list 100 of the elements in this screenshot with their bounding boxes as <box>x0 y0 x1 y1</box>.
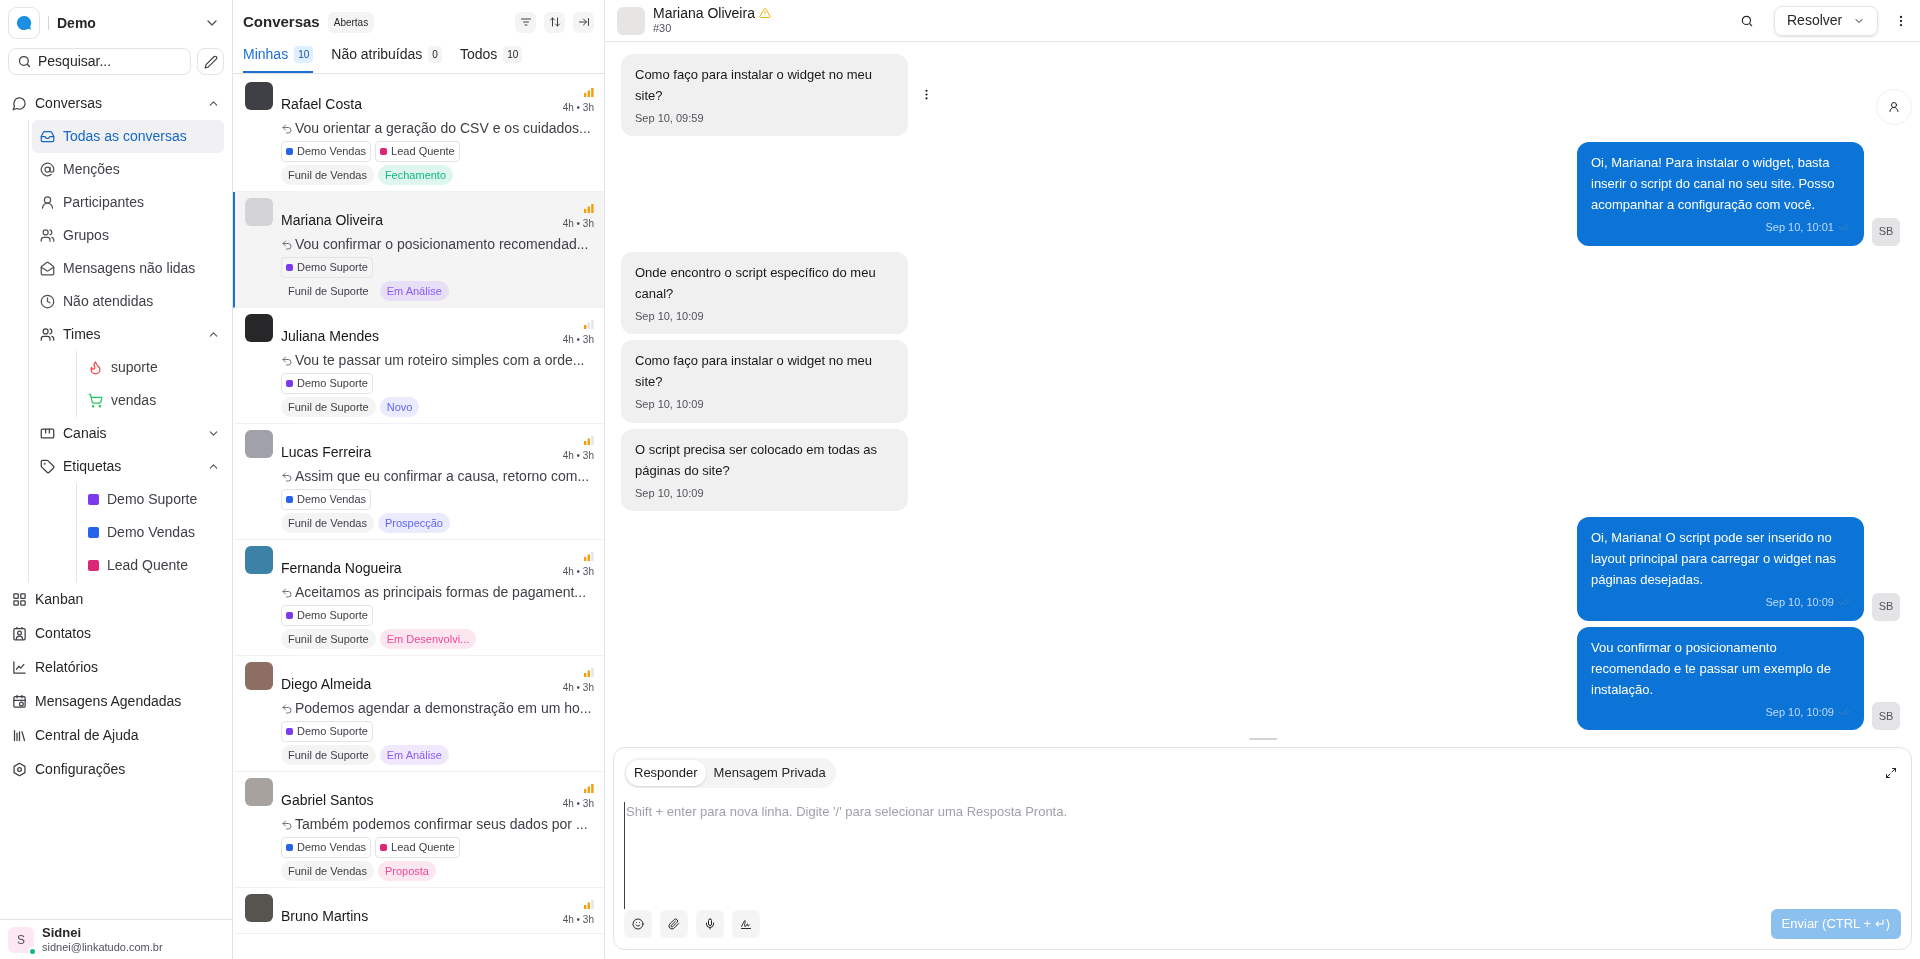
conversation-item[interactable]: Bruno Martins 4h • 3h <box>233 888 604 934</box>
contact-name: Fernanda Nogueira <box>281 559 402 578</box>
nav-item[interactable]: Não atendidas <box>32 285 224 318</box>
sender-avatar: SB <box>1872 702 1900 730</box>
nav-item[interactable]: Lead Quente <box>80 549 224 582</box>
conversation-item[interactable]: Fernanda Nogueira 4h • 3h Aceitamos as principais formas de pagament... Demo Suporte Funil de Suporte Em Desenvolvi... <box>233 540 604 656</box>
reply-mode-tab[interactable]: Mensagem Privada <box>705 760 834 786</box>
label-chip: Demo Suporte <box>281 257 373 278</box>
resolve-button[interactable]: Resolver <box>1774 5 1878 36</box>
sender-avatar: SB <box>1872 592 1900 621</box>
conversation-time: 4h • 3h <box>562 913 594 927</box>
reply-arrow-icon <box>281 238 293 251</box>
attach-button[interactable] <box>660 910 688 938</box>
search-icon[interactable] <box>1740 13 1754 28</box>
search-input[interactable]: Pesquisar... <box>38 51 182 72</box>
nav-item[interactable]: Relatórios <box>8 650 224 684</box>
nav-item[interactable]: Grupos <box>32 219 224 252</box>
reply-mode-tab[interactable]: Responder <box>626 760 706 786</box>
search-icon <box>17 54 32 69</box>
stage-pill: Em Desenvolvi... <box>379 628 477 649</box>
nav-item[interactable]: Mensagens não lidas <box>32 252 224 285</box>
photo-placeholder <box>245 894 273 922</box>
photo-placeholder <box>617 6 645 35</box>
message-preview: Vou confirmar o posicionamento recomendad... <box>295 235 589 254</box>
reply-arrow-icon <box>281 702 293 715</box>
photo-placeholder <box>245 82 273 110</box>
stage-pill: Novo <box>379 396 420 417</box>
nav-section-header[interactable]: Times <box>32 318 224 351</box>
stage-pill: Prospecção <box>377 512 450 533</box>
inbox-tray-icon <box>40 426 55 441</box>
reply-arrow-icon <box>281 122 293 135</box>
label-chip: Demo Vendas <box>281 141 372 162</box>
contact-name: Lucas Ferreira <box>281 443 372 462</box>
nav-section-header[interactable]: Canais <box>32 417 224 450</box>
nav-item[interactable]: vendas <box>80 384 224 417</box>
inbox-icon <box>40 129 55 144</box>
label-chip: Demo Suporte <box>281 721 373 742</box>
message-text: O script precisa ser colocado em todas as páginas do site? <box>635 440 879 480</box>
label-chip: Demo Suporte <box>281 605 373 626</box>
user-email: sidnei@linkatudo.com.br <box>42 939 163 954</box>
nav-item[interactable]: Mensagens Agendadas <box>8 684 224 718</box>
clock-icon <box>40 294 55 309</box>
message-time: Sep 10, 09:59 <box>635 110 705 126</box>
conversation-item[interactable]: Lucas Ferreira 4h • 3h Assim que eu confirmar a causa, retorno com... Demo Vendas Funil de Vendas Prospecção <box>233 424 604 540</box>
contact-name: Bruno Martins <box>281 907 369 926</box>
line-chart-icon <box>12 659 27 675</box>
message-text: Oi, Mariana! O script pode ser inserido no layout principal para carregar o widget nas páginas desejadas. <box>1591 529 1837 589</box>
nav-item[interactable]: Participantes <box>32 186 224 219</box>
message-preview: Vou orientar a geração do CSV e os cuidados... <box>295 119 591 138</box>
contact-name: Mariana Oliveira <box>281 211 383 230</box>
reply-arrow-icon <box>281 818 293 831</box>
user-avatar[interactable]: S <box>8 926 34 953</box>
filter-button[interactable] <box>515 11 536 33</box>
nav-item[interactable]: Kanban <box>8 582 224 616</box>
nav-item[interactable]: Menções <box>32 153 224 186</box>
conversation-item[interactable]: Gabriel Santos 4h • 3h Também podemos confirmar seus dados por ... Demo Vendas Lead Quente Funil de Vendas Proposta <box>233 772 604 888</box>
conversation-tab[interactable]: Minhas 10 <box>243 44 314 73</box>
status-filter[interactable]: Abertas <box>327 11 375 33</box>
conversation-time: 4h • 3h <box>562 449 594 463</box>
grid-icon <box>12 591 27 607</box>
sort-button[interactable] <box>544 11 565 33</box>
envelope-icon <box>40 261 55 276</box>
calendar-icon <box>12 693 27 709</box>
message-input[interactable]: Shift + enter para nova linha. Digite '/' para selecionar uma Resposta Pronta. <box>624 801 1901 909</box>
flame-icon <box>88 360 103 375</box>
nav-item[interactable]: Demo Suporte <box>80 483 224 516</box>
search-field[interactable]: Pesquisar... <box>8 48 191 75</box>
nav-item[interactable]: suporte <box>80 351 224 384</box>
person-icon <box>40 195 55 210</box>
message-composer[interactable]: Responder Mensagem Privada Shift + enter para nova linha. Digite '/' para selecionar uma Resposta Pronta. Enviar (CTRL + ↵) <box>613 747 1912 950</box>
message-time: Sep 10, 10:09 <box>1765 595 1834 610</box>
nav-section-header[interactable]: Etiquetas <box>32 450 224 483</box>
compose-button[interactable] <box>197 48 224 75</box>
nav-item[interactable]: Configurações <box>8 752 224 786</box>
conversation-item[interactable]: Rafael Costa 4h • 3h Vou orientar a geração do CSV e os cuidados... Demo Vendas Lead Quente Funil de Vendas Fechamento <box>233 76 604 192</box>
resize-handle[interactable] <box>1248 738 1277 740</box>
nav-item[interactable]: Demo Vendas <box>80 516 224 549</box>
paperclip-icon <box>668 918 680 930</box>
conversation-tab[interactable]: Todos 10 <box>459 44 523 73</box>
reply-arrow-icon <box>281 354 293 367</box>
reply-arrow-icon <box>281 586 293 599</box>
contact-name: Mariana Oliveira <box>653 5 755 21</box>
cart-icon <box>88 393 103 408</box>
nav-item[interactable]: Todas as conversas <box>32 120 224 153</box>
contact-card-icon <box>12 625 27 641</box>
conversation-item[interactable]: Juliana Mendes 4h • 3h Vou te passar um roteiro simples com a orde... Demo Suporte Funil de Suporte Novo <box>233 308 604 424</box>
conversation-item[interactable]: Mariana Oliveira 4h • 3h Vou confirmar o posicionamento recomendad... Demo Suporte Funil de Suporte Em Análise <box>233 192 604 308</box>
collapse-panel-icon <box>577 16 590 28</box>
conversation-tab[interactable]: Não atribuídas 0 <box>331 44 442 73</box>
collapse-panel-button[interactable] <box>573 11 594 33</box>
emoji-button[interactable] <box>624 910 652 938</box>
nav-item[interactable]: Central de Ajuda <box>8 718 224 752</box>
nav-section-header[interactable]: Conversas <box>8 87 224 120</box>
conversation-item[interactable]: Diego Almeida 4h • 3h Podemos agendar a demonstração em um ho... Demo Suporte Funil de Suporte Em Análise <box>233 656 604 772</box>
expand-icon[interactable] <box>1885 766 1897 779</box>
photo-placeholder <box>245 546 273 574</box>
conversation-time: 4h • 3h <box>562 797 594 811</box>
nav-item[interactable]: Contatos <box>8 616 224 650</box>
record-audio-button[interactable] <box>696 910 724 938</box>
signature-button[interactable] <box>732 910 760 938</box>
